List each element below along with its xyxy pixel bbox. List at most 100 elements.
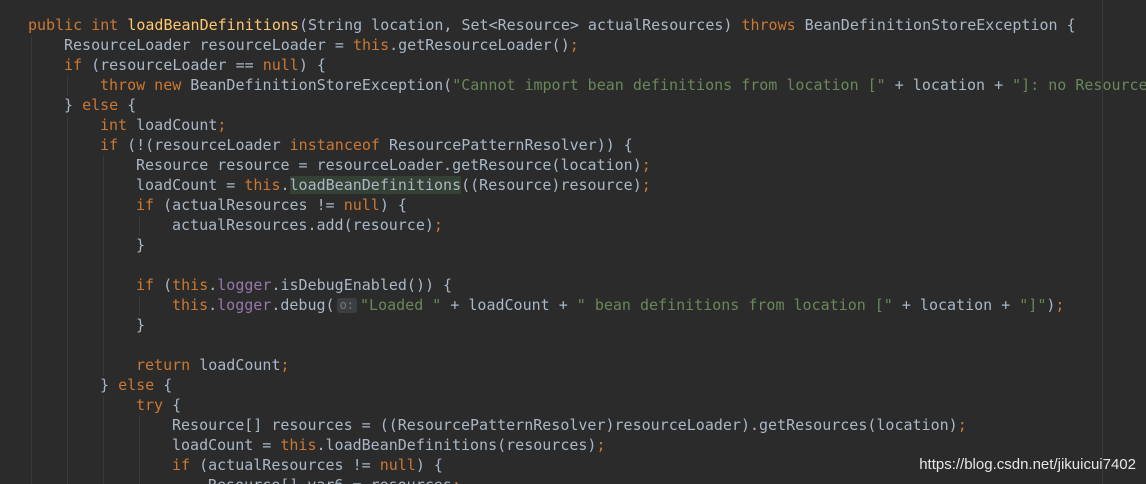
code-line[interactable]: return loadCount; xyxy=(136,355,290,375)
indent-guide xyxy=(103,396,104,484)
code-token: Resource[] resources = ((ResourcePattern… xyxy=(172,416,958,434)
code-token: " bean definitions from location [" xyxy=(576,296,893,314)
parameter-hint: o: xyxy=(336,298,358,313)
watermark-url: https://blog.csdn.net/jikuicui7402 xyxy=(919,456,1136,473)
code-line[interactable]: } else { xyxy=(100,375,172,395)
code-token: ( xyxy=(154,276,173,294)
indent-guide xyxy=(139,296,140,316)
code-token: } xyxy=(136,236,146,254)
code-line[interactable]: int loadCount; xyxy=(100,115,226,135)
code-token: null xyxy=(262,56,299,74)
code-line[interactable]: loadCount = this.loadBeanDefinitions((Re… xyxy=(136,175,651,195)
code-token: loadBeanDefinitions xyxy=(127,16,299,34)
code-token: (actualResources != xyxy=(190,456,380,474)
code-line[interactable]: Resource[] var6 = resources; xyxy=(208,475,461,484)
code-token: ; xyxy=(641,156,651,174)
code-line[interactable]: } xyxy=(136,235,145,255)
code-token: .isDebugEnabled()) { xyxy=(271,276,453,294)
code-token: ((Resource)resource) xyxy=(461,176,642,194)
code-line[interactable]: Resource[] resources = ((ResourcePattern… xyxy=(172,415,967,435)
code-token: this xyxy=(172,276,209,294)
code-token: ) { xyxy=(415,456,443,474)
indent-guide xyxy=(139,216,140,236)
code-line[interactable]: if (actualResources != null) { xyxy=(136,195,407,215)
code-token: ; xyxy=(569,36,579,54)
code-token: loadCount xyxy=(127,116,218,134)
indent-guide xyxy=(103,156,104,376)
code-token: throws xyxy=(741,16,796,34)
code-token: . xyxy=(208,276,218,294)
code-token: (resourceLoader == xyxy=(82,56,263,74)
indent-guide xyxy=(67,116,68,484)
code-token: return xyxy=(136,356,191,374)
code-line[interactable]: loadCount = this.loadBeanDefinitions(res… xyxy=(172,435,606,455)
code-token: BeanDefinitionStoreException( xyxy=(181,76,453,94)
code-token: ResourceLoader resourceLoader = xyxy=(64,36,353,54)
code-token: (String location, Set<Resource> actualRe… xyxy=(298,16,742,34)
code-token: null xyxy=(343,196,380,214)
code-token: if xyxy=(136,196,155,214)
code-token: .getResourceLoader() xyxy=(389,36,570,54)
code-token: this xyxy=(280,436,317,454)
code-token: "Loaded " xyxy=(360,296,442,314)
code-line[interactable]: if (resourceLoader == null) { xyxy=(64,55,326,75)
code-token: ) { xyxy=(298,56,326,74)
code-line[interactable]: actualResources.add(resource); xyxy=(172,215,443,235)
code-token: } xyxy=(100,376,119,394)
code-token: + location + xyxy=(885,76,1013,94)
code-token: (actualResources != xyxy=(154,196,344,214)
code-token: loadCount = xyxy=(172,436,281,454)
code-line[interactable]: if (!(resourceLoader instanceof Resource… xyxy=(100,135,633,155)
code-line[interactable]: ResourceLoader resourceLoader = this.get… xyxy=(64,35,579,55)
code-token: actualResources.add(resource) xyxy=(172,216,434,234)
code-token: ; xyxy=(280,356,290,374)
code-token: } xyxy=(136,316,146,334)
code-line[interactable]: } else { xyxy=(64,95,136,115)
code-token: if xyxy=(100,136,119,154)
code-line[interactable]: this.logger.debug(o: "Loaded " + loadCoun… xyxy=(172,295,1064,315)
code-token: ; xyxy=(433,216,443,234)
code-token: ; xyxy=(452,476,461,484)
code-token: if xyxy=(172,456,191,474)
indent-guide xyxy=(67,76,68,96)
code-token: + location + xyxy=(892,296,1020,314)
code-token: try xyxy=(136,396,164,414)
code-line[interactable]: throw new BeanDefinitionStoreException("… xyxy=(100,75,1146,95)
code-token: } xyxy=(64,96,83,114)
code-editor[interactable]: public int loadBeanDefinitions(String lo… xyxy=(0,0,1146,484)
code-token: "]: no Resource xyxy=(1012,76,1146,94)
code-line[interactable]: try { xyxy=(136,395,181,415)
code-token: this xyxy=(244,176,281,194)
code-token: . xyxy=(208,296,218,314)
code-token: if xyxy=(64,56,83,74)
code-token: if xyxy=(136,276,155,294)
code-token: . xyxy=(280,176,290,194)
code-line[interactable]: if (actualResources != null) { xyxy=(172,455,443,475)
code-token: ResourcePatternResolver)) { xyxy=(379,136,633,154)
code-token: loadCount xyxy=(190,356,281,374)
code-token: { xyxy=(154,376,173,394)
code-token: "]" xyxy=(1019,296,1047,314)
code-token: (!(resourceLoader xyxy=(118,136,290,154)
code-token: logger xyxy=(217,296,272,314)
code-token: logger xyxy=(217,276,272,294)
code-token: "Cannot import bean definitions from loc… xyxy=(452,76,886,94)
code-token: ; xyxy=(957,416,967,434)
code-token: else xyxy=(118,376,155,394)
code-token: throw new xyxy=(100,76,182,94)
right-margin-guide xyxy=(1102,0,1103,484)
code-token: ; xyxy=(641,176,651,194)
code-token: instanceof xyxy=(289,136,380,154)
code-token: loadCount = xyxy=(136,176,245,194)
code-line[interactable]: Resource resource = resourceLoader.getRe… xyxy=(136,155,651,175)
code-line[interactable]: } xyxy=(136,315,145,335)
code-token: { xyxy=(118,96,137,114)
code-line[interactable]: public int loadBeanDefinitions(String lo… xyxy=(28,15,1076,35)
code-token: this xyxy=(352,36,390,54)
code-token: ) { xyxy=(379,196,407,214)
code-token: .debug( xyxy=(271,296,335,314)
code-token: this xyxy=(172,296,209,314)
code-token: ; xyxy=(217,116,227,134)
code-line[interactable]: if (this.logger.isDebugEnabled()) { xyxy=(136,275,452,295)
